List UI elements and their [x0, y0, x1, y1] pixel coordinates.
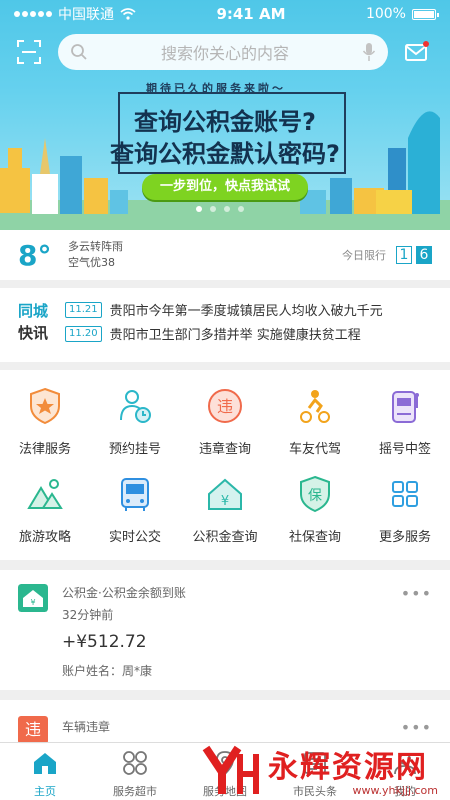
- news-headline: 贵阳市卫生部门多措并举 实施健康扶贫工程: [109, 328, 361, 343]
- service-label: 违章查询: [198, 442, 251, 457]
- notification-card-housing-fund[interactable]: ¥ 公积金·公积金余额到账 32分钟前 +¥512.72 账户姓名：周*康 ••…: [0, 570, 450, 690]
- card-amount: +¥512.72: [62, 632, 147, 652]
- service-driver[interactable]: 车友代驾: [270, 386, 360, 457]
- banner-cta-button[interactable]: 一步到位，快点我试试: [142, 174, 308, 200]
- house-yen-icon: ¥: [18, 584, 48, 612]
- promo-banner[interactable]: 期待已久的服务来啦～ 查询公积金账号? 查询公积金默认密码? 一步到位，快点我试…: [0, 78, 450, 230]
- service-label: 车友代驾: [288, 442, 341, 457]
- card-time: 32分钟前: [62, 608, 114, 622]
- service-label: 公积金查询: [192, 530, 258, 545]
- pager-dot[interactable]: [210, 206, 216, 212]
- service-label: 预约挂号: [108, 442, 161, 457]
- banner-headline-1: 查询公积金账号?: [134, 108, 316, 136]
- message-icon[interactable]: [404, 39, 430, 65]
- service-label: 实时公交: [108, 530, 161, 545]
- limit-number: 6: [416, 246, 432, 264]
- service-label: 更多服务: [378, 530, 431, 545]
- mountain-icon: [27, 479, 63, 509]
- tab-label: 服务超市: [113, 785, 157, 798]
- service-label: 旅游攻略: [18, 530, 71, 545]
- service-label: 摇号中签: [378, 442, 431, 457]
- search-row: 搜索你关心的内容: [0, 33, 450, 71]
- driver-icon: [300, 390, 330, 423]
- tab-label: 主页: [34, 785, 56, 798]
- shield-bao-icon: 保: [300, 475, 330, 513]
- carrier-label: 中国联通: [58, 7, 114, 23]
- service-social-security[interactable]: 保 社保查询: [270, 474, 360, 545]
- service-more[interactable]: 更多服务: [360, 474, 450, 545]
- services-grid-icon: [123, 751, 147, 775]
- service-appointment[interactable]: 预约挂号: [90, 386, 180, 457]
- doctor-clock-icon: [120, 390, 151, 423]
- house-yen-icon: ¥: [208, 478, 242, 510]
- service-housing-fund[interactable]: ¥ 公积金查询: [180, 474, 270, 545]
- limit-number: 1: [396, 246, 412, 264]
- service-travel[interactable]: 旅游攻略: [0, 474, 90, 545]
- news-date: 11.20: [65, 325, 102, 342]
- clock: 9:41 AM: [216, 5, 286, 23]
- status-bar: 中国联通 9:41 AM 100%: [0, 0, 450, 28]
- microphone-icon[interactable]: [362, 42, 376, 62]
- banner-headline-2: 查询公积金默认密码?: [110, 140, 340, 168]
- service-bus[interactable]: 实时公交: [90, 474, 180, 545]
- grid-icon: [392, 481, 418, 507]
- pager-dot[interactable]: [238, 206, 244, 212]
- shield-star-icon: [30, 387, 60, 425]
- search-input[interactable]: 搜索你关心的内容: [58, 34, 388, 70]
- violation-icon: 违: [208, 389, 242, 423]
- battery-percent: 100%: [365, 6, 406, 22]
- watermark-text: 永辉资源网: [268, 750, 428, 785]
- slot-machine-icon: [392, 391, 419, 423]
- battery-icon: [411, 8, 439, 20]
- card-title: 公积金·公积金余额到账: [62, 586, 186, 600]
- services-grid: 法律服务 预约挂号 违 违章查询 车友代驾 摇号中签 旅游攻略 实时公交 ¥ 公…: [0, 370, 450, 560]
- news-tag-line1: 同城: [18, 302, 49, 320]
- svg-text:保: 保: [308, 488, 322, 504]
- traffic-limit-label: 今日限行: [342, 249, 386, 262]
- search-icon: [71, 44, 87, 60]
- service-violation[interactable]: 违 违章查询: [180, 386, 270, 457]
- svg-text:¥: ¥: [221, 494, 229, 509]
- home-icon: [34, 753, 56, 774]
- tab-home[interactable]: 主页: [0, 743, 90, 800]
- watermark-url: www.yhkjjj.com: [352, 784, 439, 797]
- air-quality: 空气优38: [68, 256, 115, 269]
- traffic-limit: 今日限行 1 6: [342, 246, 432, 264]
- weather-condition: 多云转阵雨: [68, 240, 123, 253]
- bus-icon: [121, 478, 149, 511]
- svg-text:违: 违: [217, 397, 233, 416]
- scan-icon[interactable]: [16, 39, 42, 65]
- news-headline: 贵阳市今年第一季度城镇居民人均收入破九千元: [109, 304, 383, 319]
- weather-info: 多云转阵雨 空气优38: [68, 239, 123, 271]
- news-date: 11.21: [65, 301, 102, 318]
- news-tag: 同城 快讯: [18, 300, 48, 344]
- more-options-icon[interactable]: •••: [401, 718, 432, 737]
- weather-bar[interactable]: 8° 多云转阵雨 空气优38 今日限行 1 6: [0, 230, 450, 280]
- violation-badge-icon: 违: [18, 716, 48, 744]
- temperature: 8°: [18, 238, 52, 272]
- service-lottery[interactable]: 摇号中签: [360, 386, 450, 457]
- tab-service-market[interactable]: 服务超市: [90, 743, 180, 800]
- service-legal[interactable]: 法律服务: [0, 386, 90, 457]
- banner-pager: [196, 206, 244, 212]
- signal-icon: [14, 11, 52, 17]
- pager-dot[interactable]: [196, 206, 202, 212]
- card-owner: 账户姓名：周*康: [62, 664, 153, 678]
- header: 中国联通 9:41 AM 100% 搜索你关心的内容 期待已久的服务来啦～ 查询…: [0, 0, 450, 230]
- news-tag-line2: 快讯: [18, 324, 49, 342]
- local-news: 同城 快讯 11.21 贵阳市今年第一季度城镇居民人均收入破九千元 11.20 …: [0, 288, 450, 362]
- pager-dot[interactable]: [224, 206, 230, 212]
- more-options-icon[interactable]: •••: [401, 584, 432, 603]
- service-label: 社保查询: [288, 530, 341, 545]
- watermark-logo: [202, 745, 259, 794]
- service-label: 法律服务: [18, 442, 71, 457]
- search-placeholder: 搜索你关心的内容: [160, 44, 289, 63]
- card-title: 车辆违章: [62, 720, 111, 734]
- news-item[interactable]: 11.20 贵阳市卫生部门多措并举 实施健康扶贫工程: [65, 324, 361, 343]
- svg-text:¥: ¥: [30, 598, 35, 607]
- news-item[interactable]: 11.21 贵阳市今年第一季度城镇居民人均收入破九千元: [65, 300, 383, 319]
- wifi-icon: [120, 8, 136, 20]
